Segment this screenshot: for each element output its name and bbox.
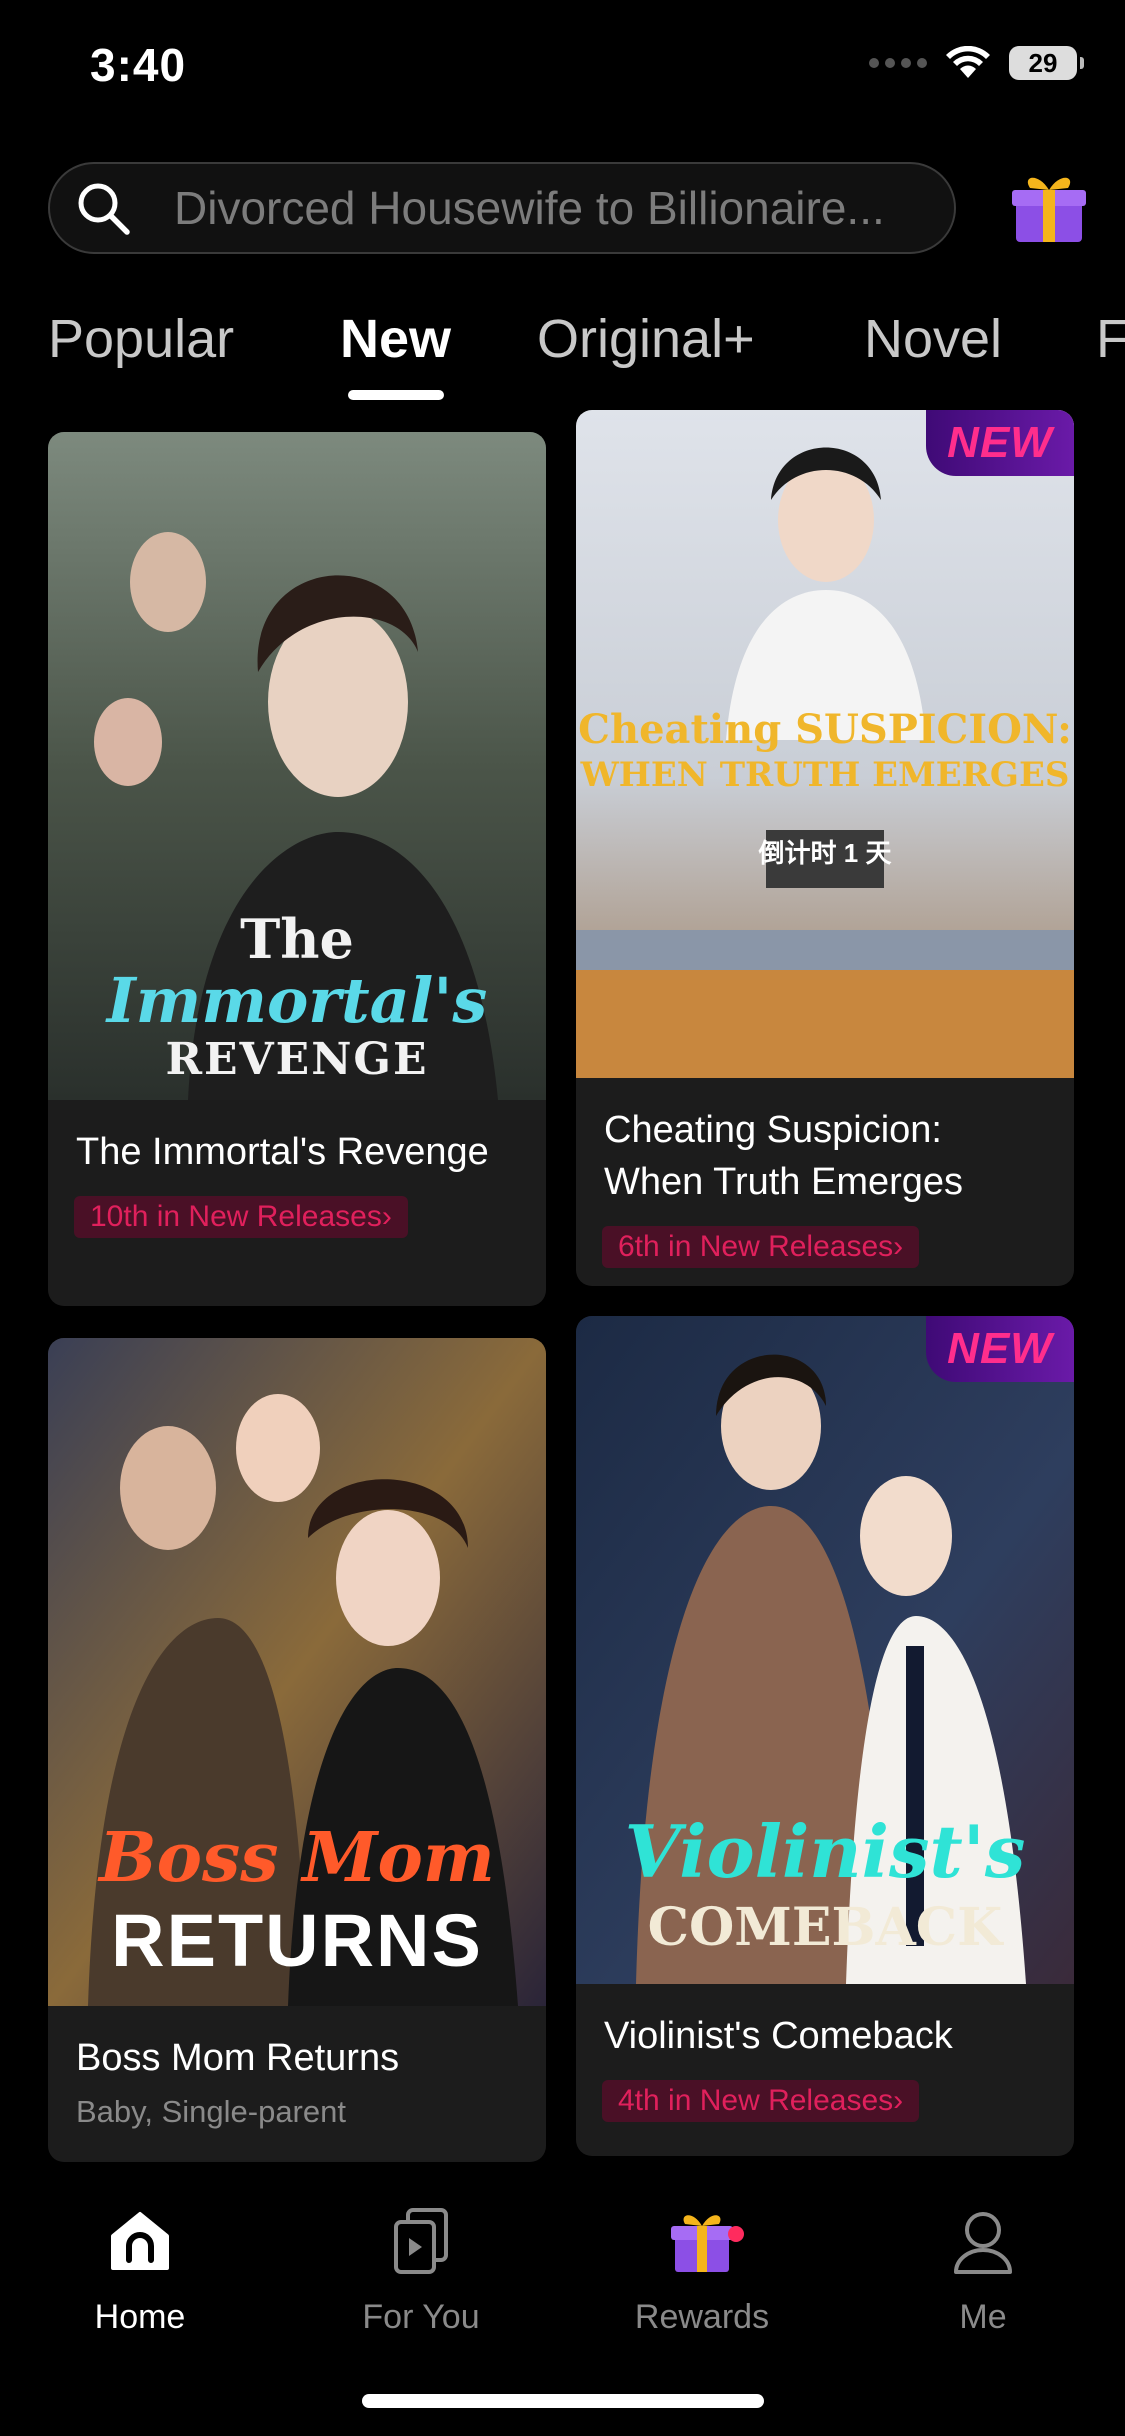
home-indicator[interactable] (362, 2394, 764, 2408)
drama-card[interactable]: Boss Mom RETURNS Boss Mom Returns Baby, … (48, 1338, 546, 2162)
poster-title-line: COMEBACK (647, 1897, 1003, 1958)
search-icon (78, 183, 130, 235)
nav-label: Me (959, 2298, 1007, 2336)
drama-card[interactable]: The Immortal's REVENGE The Immortal's Re… (48, 432, 546, 1306)
poster-title-line: WHEN TRUTH EMERGES (580, 755, 1070, 795)
status-icons: 29 (869, 46, 1084, 80)
poster-title-line: RETURNS (111, 1899, 483, 1982)
battery-icon: 29 (1009, 46, 1084, 80)
nav-home[interactable]: Home (50, 2206, 230, 2337)
poster-title-line: The (240, 907, 354, 971)
nav-label: Rewards (634, 2298, 770, 2336)
drama-poster: Cheating SUSPICION: WHEN TRUTH EMERGES 倒… (576, 410, 1074, 1078)
drama-tags: Baby, Single-parent (76, 2094, 346, 2129)
tab-new[interactable]: New (340, 308, 451, 370)
rank-badge[interactable]: 6th in New Releases› (602, 1226, 920, 1268)
signal-icon (869, 58, 927, 68)
new-badge: NEW (926, 1316, 1074, 1382)
home-screen: 3:40 29 Divorced Housewife to Billionair… (0, 0, 1125, 2436)
poster-title-line: Boss Mom (99, 1818, 495, 1898)
tab-novel[interactable]: Novel (864, 308, 1002, 370)
status-time: 3:40 (90, 39, 187, 91)
drama-card[interactable]: Cheating SUSPICION: WHEN TRUTH EMERGES 倒… (576, 410, 1074, 1286)
notification-dot (728, 2226, 744, 2242)
search-placeholder: Divorced Housewife to Billionaire... (174, 182, 885, 234)
for-you-icon (394, 2208, 448, 2274)
home-icon (111, 2212, 169, 2270)
category-tabs: Popular New Original+ Novel F (48, 308, 1125, 408)
poster-title-line: 倒计时 1 天 (758, 838, 892, 868)
drama-title: Violinist's Comeback (604, 2015, 953, 2057)
gift-icon[interactable] (1010, 168, 1088, 246)
nav-me[interactable]: Me (893, 2206, 1073, 2337)
profile-icon (954, 2212, 1012, 2274)
new-badge: NEW (926, 410, 1074, 476)
drama-card[interactable]: Violinist's COMEBACK NEW Violinist's Com… (576, 1316, 1074, 2156)
poster-title-line: Violinist's (624, 1809, 1026, 1894)
nav-for-you[interactable]: For You (331, 2206, 511, 2337)
nav-label: For You (362, 2298, 480, 2336)
drama-poster: Boss Mom RETURNS (48, 1338, 546, 2006)
drama-poster: The Immortal's REVENGE (48, 432, 546, 1100)
tab-original-plus[interactable]: Original+ (537, 308, 755, 370)
bottom-nav: Home For You Rewards Me (0, 2180, 1125, 2380)
drama-title: Cheating Suspicion: When Truth Emerges (604, 1109, 964, 1203)
tab-popular[interactable]: Popular (48, 308, 234, 370)
rank-badge[interactable]: 4th in New Releases› (602, 2080, 920, 2122)
drama-poster: Violinist's COMEBACK NEW (576, 1316, 1074, 1984)
drama-title: The Immortal's Revenge (76, 1131, 489, 1173)
poster-title-line: Immortal's (106, 964, 488, 1037)
gift-icon (671, 2215, 733, 2272)
search-input[interactable]: Divorced Housewife to Billionaire... (48, 162, 956, 254)
poster-title-line: Cheating SUSPICION: (578, 706, 1072, 753)
nav-label: Home (94, 2298, 186, 2336)
tab-indicator (348, 390, 444, 400)
rank-badge[interactable]: 10th in New Releases› (74, 1196, 408, 1238)
tab-more[interactable]: F (1096, 308, 1125, 370)
drama-title: Boss Mom Returns (76, 2037, 400, 2079)
nav-rewards[interactable]: Rewards (612, 2206, 792, 2337)
wifi-icon (946, 46, 990, 78)
poster-title-line: REVENGE (165, 1034, 429, 1085)
